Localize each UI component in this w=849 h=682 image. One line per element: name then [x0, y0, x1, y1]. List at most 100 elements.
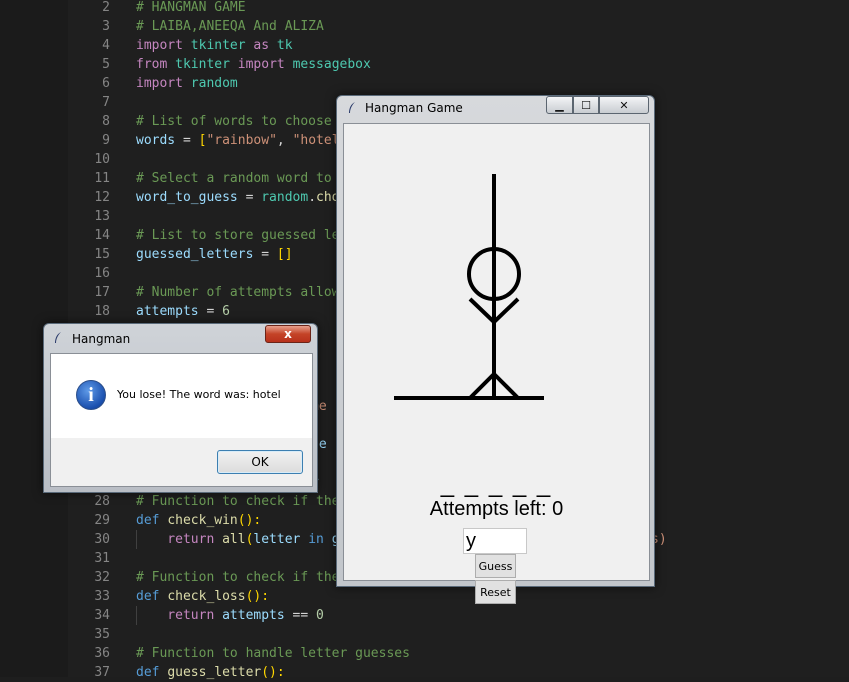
code-token: guessed_letters — [136, 247, 262, 262]
code-token: words — [136, 133, 183, 148]
code-token: return — [136, 608, 223, 623]
code-text: # HANGMAN GAME — [136, 0, 246, 17]
hangman-arm-left — [468, 297, 496, 324]
message-area: i You lose! The word was: hotel — [51, 354, 312, 438]
word-display: _ _ _ _ _ — [440, 471, 553, 498]
code-line: 5 from tkinter import messagebox — [0, 55, 849, 74]
code-token: 0 — [316, 608, 324, 623]
close-icon: ✕ — [619, 98, 629, 112]
code-text: words = ["rainbow", "hotel — [136, 131, 340, 150]
code-token: # Number of attempts allow — [136, 285, 340, 300]
code-token: check_loss — [167, 589, 246, 604]
code-token: # LAIBA,ANEEQA And ALIZA — [136, 19, 324, 34]
line-number: 31 — [94, 551, 110, 566]
line-number: 36 — [94, 646, 110, 661]
maximize-icon: ☐ — [581, 98, 591, 112]
code-token: # HANGMAN GAME — [136, 0, 246, 15]
maximize-button[interactable]: ☐ — [573, 96, 599, 114]
line-number: 9 — [102, 133, 110, 148]
minimize-icon: ▁ — [555, 98, 564, 112]
code-token: attempts — [136, 304, 207, 319]
tk-feather-icon — [349, 102, 355, 113]
code-token: (): — [261, 665, 285, 680]
code-token: random — [261, 190, 309, 205]
code-token: in — [308, 532, 332, 547]
code-text: # Select a random word to — [136, 169, 332, 188]
code-line: 37 def guess_letter(): — [0, 663, 849, 682]
hangman-game-window: Hangman Game ▁ ☐ ✕ _ _ _ _ _ Attempts le… — [336, 95, 655, 604]
line-number: 34 — [94, 608, 110, 623]
code-token: return — [136, 532, 223, 547]
code-token: "rainbow" — [206, 133, 277, 148]
line-number: 33 — [94, 589, 110, 604]
reset-button[interactable]: Reset — [475, 580, 516, 604]
line-number: 29 — [94, 513, 110, 528]
attempts-left-label: Attempts left: 0 — [429, 498, 564, 520]
code-token: (): — [237, 513, 262, 528]
game-window-titlebar[interactable]: Hangman Game ▁ ☐ ✕ — [337, 96, 654, 120]
code-token: tk — [276, 38, 293, 53]
code-text: # Function to handle letter guesses — [136, 644, 410, 663]
line-number: 37 — [94, 665, 110, 680]
code-token: (): — [245, 589, 270, 604]
ok-button[interactable]: OK — [217, 450, 303, 474]
code-text: guessed_letters = [] — [136, 245, 293, 264]
line-number: 13 — [94, 209, 110, 224]
code-token: = — [206, 304, 223, 319]
code-token: word_to_guess — [136, 190, 246, 205]
code-text: import random — [136, 74, 238, 93]
guess-button[interactable]: Guess — [475, 554, 516, 578]
code-token: tkinter — [190, 38, 254, 53]
line-number: 11 — [94, 171, 110, 186]
code-token: def — [136, 513, 168, 528]
message-box-title: Hangman — [72, 332, 131, 346]
gallows-brace-left — [468, 372, 496, 400]
code-token: random — [190, 76, 238, 91]
code-token: import — [136, 76, 191, 91]
code-token: all — [222, 532, 246, 547]
code-token: # Function to check if the — [136, 570, 340, 585]
line-number: 30 — [94, 532, 110, 547]
code-line: 2 # HANGMAN GAME — [0, 0, 849, 17]
code-token: 6 — [222, 304, 230, 319]
code-token: # Select a random word to — [136, 171, 332, 186]
hangman-arm-right — [492, 297, 520, 324]
code-line: 34 return attempts == 0 — [0, 606, 849, 625]
guess-input[interactable] — [463, 528, 527, 554]
message-box-close-button[interactable]: x — [265, 325, 311, 343]
game-window-title: Hangman Game — [365, 101, 463, 115]
code-line: 3 # LAIBA,ANEEQA And ALIZA — [0, 17, 849, 36]
code-text: # List of words to choose — [136, 112, 332, 131]
gallows-brace-right — [492, 372, 520, 400]
line-number: 15 — [94, 247, 110, 262]
code-token: # Function to check if the — [136, 494, 340, 509]
code-text: # List to store guessed le — [136, 226, 340, 245]
code-token: import — [237, 57, 293, 72]
line-number: 14 — [94, 228, 110, 243]
line-number: 12 — [94, 190, 110, 205]
code-token: , — [276, 133, 293, 148]
code-token: [] — [276, 247, 293, 262]
code-line: 4 import tkinter as tk — [0, 36, 849, 55]
tk-feather-icon — [55, 332, 61, 343]
line-number: 10 — [94, 152, 110, 167]
close-icon: x — [284, 327, 292, 341]
code-text: def guess_letter(): — [136, 663, 285, 682]
line-number: 5 — [102, 57, 110, 72]
code-text: attempts = 6 — [136, 302, 230, 321]
code-line: 33 def check_loss(): — [0, 587, 849, 606]
code-token: attempts — [222, 608, 293, 623]
code-token: as — [253, 38, 277, 53]
message-box-titlebar[interactable]: Hangman x — [44, 324, 317, 348]
code-token: import — [136, 38, 191, 53]
minimize-button[interactable]: ▁ — [546, 96, 573, 114]
code-text: # LAIBA,ANEEQA And ALIZA — [136, 17, 324, 36]
line-number: 3 — [102, 19, 110, 34]
code-text: return attempts == 0 — [136, 606, 324, 625]
code-text: import tkinter as tk — [136, 36, 293, 55]
code-token: guess_letter — [167, 665, 262, 680]
code-token: # Function to handle letter guesses — [136, 646, 410, 661]
close-button[interactable]: ✕ — [599, 96, 649, 114]
code-text: # Function to check if the — [136, 492, 340, 511]
code-text: def check_win(): — [136, 511, 261, 530]
